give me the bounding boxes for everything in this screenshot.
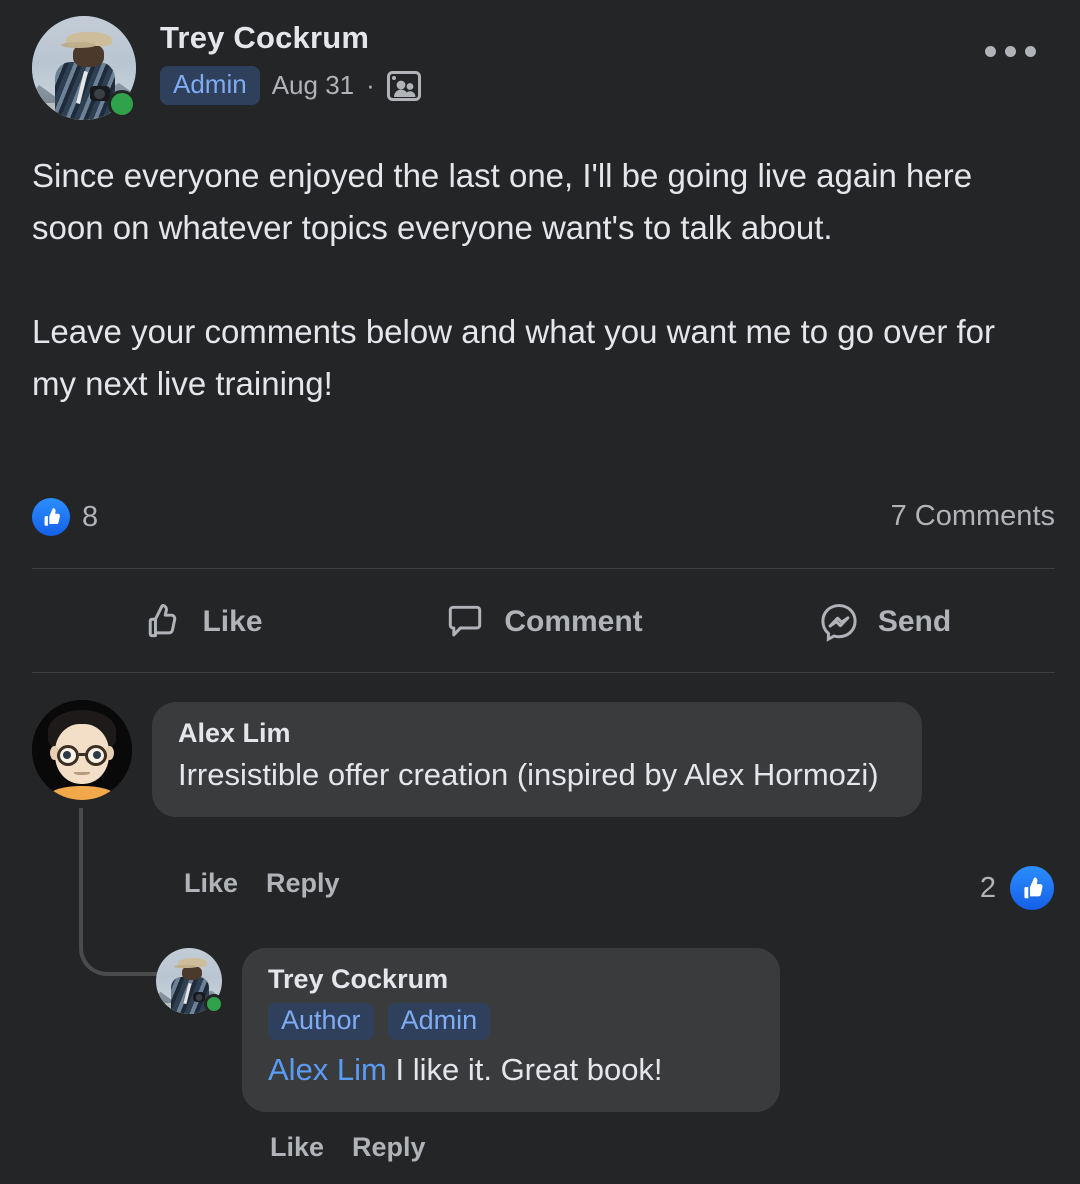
divider-top [32,568,1055,569]
send-button-label: Send [877,605,952,638]
reply-reply-button[interactable]: Reply [352,1132,426,1163]
comment-like-summary[interactable]: 2 [980,866,1054,910]
thumbs-up-outline-icon [142,601,184,643]
speech-bubble-icon [444,601,486,643]
reaction-count: 8 [82,500,99,533]
post-engagement-row: 8 7 Comments [32,498,1055,542]
author-badge: Author [268,1003,374,1040]
reply-badges: Author Admin [268,1003,754,1040]
reply-bubble: Trey Cockrum Author Admin Alex Lim I lik… [242,948,780,1112]
divider-bottom [32,672,1055,673]
like-reaction-icon [1010,866,1054,910]
comments-count[interactable]: 7 Comments [891,500,1055,533]
like-button[interactable]: Like [32,585,373,659]
post-header: Trey Cockrum Admin Aug 31 · [32,16,1048,128]
post-author-info: Trey Cockrum Admin Aug 31 · [160,20,421,105]
author-avatar[interactable] [32,16,136,120]
reaction-summary[interactable]: 8 [32,498,98,536]
online-status-indicator [108,90,136,118]
comment-like-count: 2 [979,871,996,904]
comment-button[interactable]: Comment [373,585,714,659]
reply-text-body: I like it. Great book! [386,1052,663,1087]
post-meta-row: Admin Aug 31 · [160,66,421,105]
cartoon-avatar-icon[interactable] [32,700,132,800]
like-button-label: Like [202,605,263,638]
comment-like-button[interactable]: Like [184,868,238,899]
reply-action-row: Like Reply [270,1132,426,1163]
like-reaction-icon [32,498,70,536]
comment-bubble: Alex Lim Irresistible offer creation (in… [152,702,922,817]
reply-like-button[interactable]: Like [270,1132,324,1163]
thread-connector-line [79,808,163,976]
reply-author-name[interactable]: Trey Cockrum [268,964,754,995]
admin-badge: Admin [387,1003,491,1040]
post-body-text: Since everyone enjoyed the last one, I'l… [32,157,996,402]
online-status-indicator [204,994,224,1014]
comment-action-row: Like Reply [184,868,340,899]
comment-author-name[interactable]: Alex Lim [178,718,896,749]
comment-reply-button[interactable]: Reply [266,868,340,899]
facebook-post: Trey Cockrum Admin Aug 31 · Since everyo… [0,0,1080,1184]
comment-text: Irresistible offer creation (inspired by… [178,757,879,792]
user-mention-link[interactable]: Alex Lim [268,1052,387,1087]
author-admin-badge: Admin [160,66,260,105]
more-options-icon[interactable] [985,46,1036,57]
send-button[interactable]: Send [714,585,1055,659]
reply-text: Alex Lim I like it. Great book! [268,1048,754,1092]
messenger-icon [818,601,860,643]
post-action-bar: Like Comment Send [32,585,1055,659]
post-date[interactable]: Aug 31 [272,70,354,101]
meta-separator: · [366,70,375,100]
group-members-icon[interactable] [386,70,421,101]
comment-button-label: Comment [504,605,643,638]
author-name[interactable]: Trey Cockrum [160,20,421,56]
